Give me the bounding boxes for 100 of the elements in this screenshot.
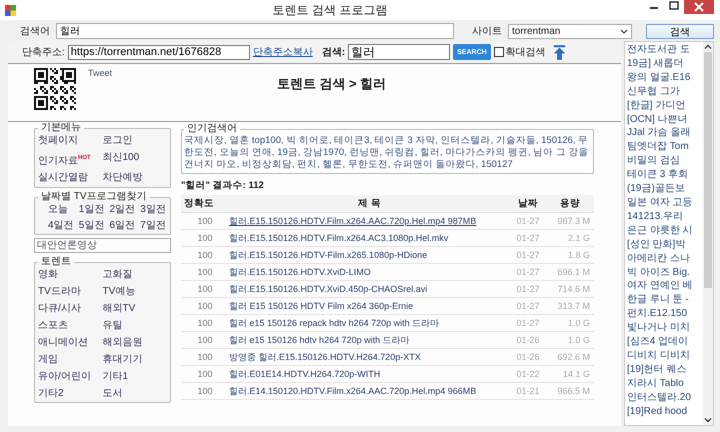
- web-search-label: 검색:: [322, 46, 346, 59]
- menu-link[interactable]: 인기자료: [38, 155, 78, 166]
- list-item[interactable]: 테이큰 3 후회: [627, 168, 688, 182]
- list-item[interactable]: 빅 아이즈 Big.: [627, 266, 690, 280]
- column-header: 날짜: [510, 195, 546, 212]
- torrent-title-link[interactable]: 힐러 e15 150126 repack hdtv h264 720p with 드라마: [229, 318, 440, 328]
- category-link[interactable]: 영화: [38, 268, 102, 282]
- list-item[interactable]: [OCN] 나쁜녀: [627, 112, 688, 126]
- category-link[interactable]: TV예능: [102, 285, 167, 298]
- list-item[interactable]: 여자 연예인 베: [627, 279, 693, 294]
- date-cell: 01-27: [510, 264, 546, 280]
- list-item[interactable]: (19금)골든보: [627, 182, 685, 196]
- torrent-title-link[interactable]: 방영중 힐러.E15.150126.HDTV.H264.720p-XTX: [229, 352, 421, 362]
- list-item[interactable]: [한글] 가디언: [627, 98, 686, 113]
- date-link[interactable]: 7일전: [140, 219, 167, 232]
- category-link[interactable]: 도서: [102, 387, 167, 400]
- close-icon[interactable]: [684, 0, 714, 14]
- list-item[interactable]: 왕의 얼굴.E16: [627, 70, 690, 85]
- scrollbar[interactable]: [703, 42, 713, 425]
- list-item[interactable]: 지라시 Tablo: [627, 376, 684, 391]
- torrent-title-link[interactable]: 힐러.E15.150126.HDTV.XviD.450p-CHAOSrel.avi: [229, 284, 428, 294]
- list-item[interactable]: 인터스텔라.20: [627, 390, 691, 405]
- list-item[interactable]: 한글 루니 툰 -: [627, 293, 689, 308]
- tweet-link[interactable]: Tweet: [88, 68, 112, 78]
- category-link[interactable]: 해외음원: [102, 336, 167, 350]
- category-link[interactable]: 유아/어린이: [38, 370, 102, 384]
- list-item[interactable]: [19]헌터 퀘스: [627, 362, 686, 377]
- date-cell: 01-27: [510, 212, 546, 230]
- list-item[interactable]: 펀치.E12.150: [627, 307, 688, 322]
- short-url-field[interactable]: https://torrentman.net/1676828: [68, 44, 250, 60]
- list-item[interactable]: 141213.우리: [627, 210, 684, 224]
- torrent-title-link[interactable]: 힐러.E15.150126.HDTV.Film.x264.AAC.720p.Hel.mp4 987MB: [229, 216, 476, 226]
- search-button[interactable]: 검색: [646, 24, 714, 38]
- menu-link[interactable]: 차단예방: [102, 172, 142, 184]
- date-link[interactable]: 5일전: [78, 219, 106, 232]
- list-item[interactable]: 빛나거나 미치: [627, 321, 690, 336]
- torrent-title-link[interactable]: 힐러.E14.150120.HDTV.Film.x264.AAC.720p.Hel.mp4 966MB: [229, 386, 476, 396]
- zoom-search-checkbox[interactable]: 확대검색: [494, 45, 546, 59]
- torrent-title-link[interactable]: 힐러 e15 150126 hdtv h264 720p with 드라마: [229, 334, 410, 344]
- date-link[interactable]: 6일전: [110, 219, 136, 232]
- popular-keywords-text: 국제시장, 열혼 top100, 빅 히어로, 테이큰3, 테이큰 3 자막, 인터스텔라, 기술자들, 150126, 무한도전, 오늘의 연애, 19금, 강남1970, 런닝맨, 쉬링컴, 힐러, 마다가스카의 펭귄, 님아 그 강을 건너지 마오, 비정상회담, 펀치, 헬론, 무한도전, 슈퍼맨이 돌아왔다, 150127: [184, 135, 590, 171]
- search-field[interactable]: 힐러: [56, 23, 454, 39]
- list-item[interactable]: 디비치 디비치: [627, 348, 690, 363]
- list-item[interactable]: 팀엣더잡 Tom: [627, 140, 689, 154]
- date-link[interactable]: 2일전: [110, 203, 136, 216]
- list-item[interactable]: [성인 만화]박: [627, 238, 686, 252]
- date-link[interactable]: 4일전: [48, 219, 75, 232]
- scroll-up-icon[interactable]: [704, 44, 712, 50]
- list-item[interactable]: 아메리칸 스나: [627, 252, 690, 266]
- menu-link[interactable]: 첫페이지: [38, 135, 78, 146]
- torrent-title-link[interactable]: 힐러.E15.150126.HDTV.XviD-LIMO: [229, 266, 371, 276]
- list-item[interactable]: JJal 가슴 올래: [627, 126, 690, 140]
- accuracy-cell: 100: [181, 280, 229, 298]
- date-cell: 01-27: [510, 230, 546, 246]
- list-item[interactable]: 은근 야릇한 시: [627, 224, 693, 238]
- torrent-title-link[interactable]: 힐러 E15 150126 HDTV Film x264 360p-Ernie: [229, 300, 414, 310]
- category-link[interactable]: 스포츠: [38, 319, 102, 332]
- date-link[interactable]: 1일전: [78, 203, 106, 216]
- hot-label: HOT: [78, 155, 91, 161]
- date-link[interactable]: 오늘: [48, 203, 75, 216]
- category-link[interactable]: 고화질: [102, 268, 167, 282]
- list-item[interactable]: 일본 여자 고등: [627, 196, 693, 210]
- date-cell: 01-27: [510, 314, 546, 332]
- category-link[interactable]: TV드라마: [38, 285, 102, 298]
- alt-media-link[interactable]: 대안언론영상: [34, 238, 171, 254]
- category-link[interactable]: 기타1: [102, 370, 167, 384]
- accuracy-cell: 100: [181, 314, 229, 332]
- copy-link[interactable]: 단축주소복사: [252, 45, 313, 59]
- torrent-title-link[interactable]: 힐러.E15.150126.HDTV.Film.x264.AC3.1080p.Hel.mkv: [229, 232, 448, 242]
- category-link[interactable]: 게임: [38, 353, 102, 366]
- scroll-top-icon[interactable]: [552, 44, 566, 60]
- menu-link[interactable]: 로그인: [102, 135, 132, 146]
- list-item[interactable]: 신무협 그가: [627, 84, 680, 99]
- panel-title: 인기검색어: [186, 123, 238, 135]
- column-header: 용량: [546, 195, 594, 212]
- date-link[interactable]: 3일전: [140, 203, 167, 216]
- category-link[interactable]: 애니메이션: [38, 336, 102, 350]
- list-item[interactable]: [심즈4 업데이: [627, 335, 688, 349]
- list-item[interactable]: 19금] 새롭더: [627, 56, 684, 71]
- torrent-title-link[interactable]: 힐러.E15.150126.HDTV-Film.x265.1080p-HDione: [229, 250, 428, 260]
- list-item[interactable]: 비밀의 검심: [627, 154, 680, 168]
- site-dropdown[interactable]: torrentman: [508, 24, 632, 38]
- category-link[interactable]: 유틸: [102, 319, 167, 332]
- category-link[interactable]: 기타2: [38, 387, 102, 400]
- accuracy-cell: 100: [181, 212, 229, 230]
- torrent-title-link[interactable]: 힐러.E01E14.HDTV.H264.720p-WITH: [229, 368, 380, 378]
- list-item[interactable]: 전자도서관 도: [627, 43, 690, 57]
- size-cell: 987.3 M: [546, 212, 594, 230]
- menu-link[interactable]: 실시간열람: [38, 172, 88, 184]
- size-cell: 696.1 M: [546, 264, 594, 280]
- column-header: 제 목: [229, 195, 510, 212]
- category-link[interactable]: 다큐/시사: [38, 302, 102, 316]
- category-link[interactable]: 해외TV: [102, 302, 167, 316]
- web-search-field[interactable]: 힐러: [348, 44, 450, 60]
- panel-title: 토렌트: [40, 256, 72, 268]
- category-link[interactable]: 휴대기기: [102, 353, 167, 366]
- menu-link[interactable]: 최신100: [102, 152, 140, 163]
- scroll-down-icon[interactable]: [704, 417, 712, 423]
- list-item[interactable]: [19]Red hood: [627, 404, 688, 418]
- date-cell: 01-27: [510, 280, 546, 298]
